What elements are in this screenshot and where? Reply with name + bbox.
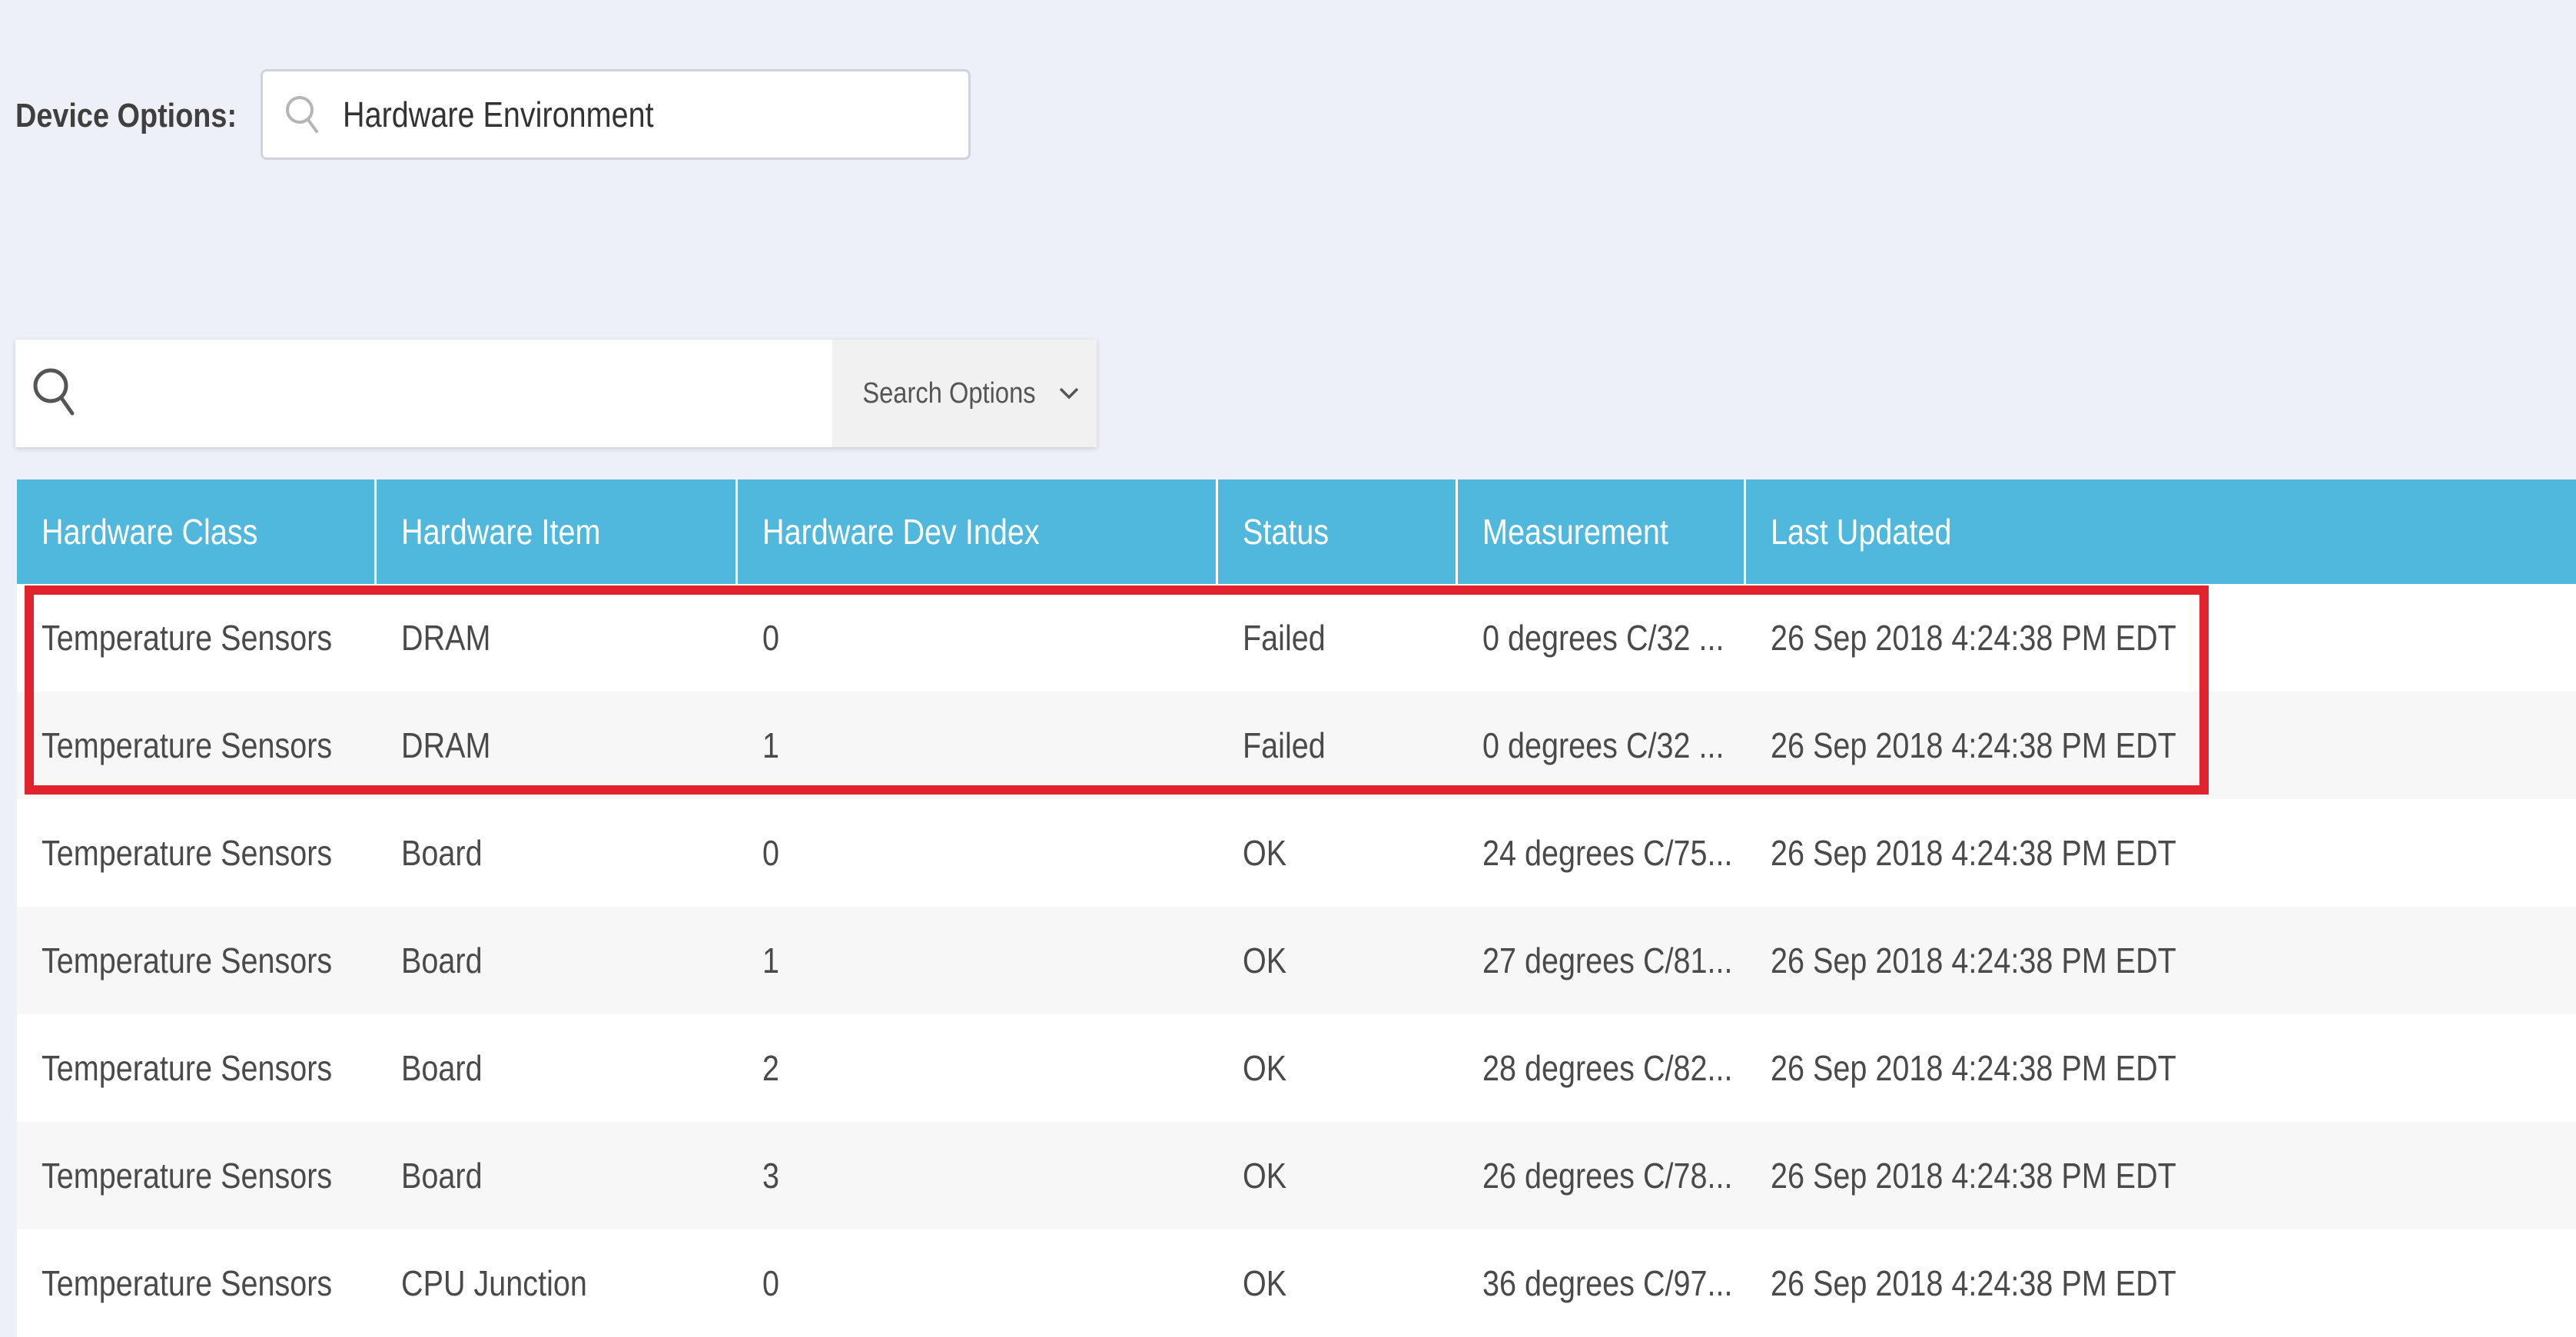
cell-status: OK <box>1243 833 1287 873</box>
column-header-hardware-dev-index[interactable]: Hardware Dev Index <box>738 479 1218 584</box>
table-row[interactable]: Temperature Sensors DRAM 1 Failed 0 degr… <box>17 692 2576 799</box>
cell-last-updated: 26 Sep 2018 4:24:38 PM EDT <box>1771 833 2176 873</box>
table-row[interactable]: Temperature Sensors Board 2 OK 28 degree… <box>17 1014 2576 1122</box>
cell-status: OK <box>1243 1048 1287 1088</box>
column-header-hardware-class[interactable]: Hardware Class <box>17 479 377 584</box>
device-options-value: Hardware Environment <box>343 95 654 134</box>
device-options-label: Device Options: <box>15 97 237 134</box>
cell-status: Failed <box>1243 725 1326 765</box>
table-row[interactable]: Temperature Sensors Board 1 OK 27 degree… <box>17 907 2576 1014</box>
cell-hardware-class: Temperature Sensors <box>41 1048 333 1088</box>
cell-measurement: 28 degrees C/82... <box>1482 1048 1733 1088</box>
column-header-measurement[interactable]: Measurement <box>1458 479 1746 584</box>
cell-dev-index: 0 <box>762 618 780 658</box>
cell-hardware-class: Temperature Sensors <box>41 618 333 658</box>
cell-status: OK <box>1243 1156 1287 1196</box>
cell-measurement: 27 degrees C/81... <box>1482 941 1733 980</box>
cell-hardware-class: Temperature Sensors <box>41 725 333 765</box>
cell-hardware-item: DRAM <box>401 618 491 658</box>
cell-last-updated: 26 Sep 2018 4:24:38 PM EDT <box>1771 941 2176 980</box>
cell-last-updated: 26 Sep 2018 4:24:38 PM EDT <box>1771 1156 2176 1196</box>
hardware-table: Hardware Class Hardware Item Hardware De… <box>17 479 2576 1337</box>
search-options-button[interactable]: Search Options <box>832 340 1097 447</box>
device-options-select[interactable]: Hardware Environment <box>261 69 971 160</box>
table-row[interactable]: Temperature Sensors Board 0 OK 24 degree… <box>17 799 2576 907</box>
cell-last-updated: 26 Sep 2018 4:24:38 PM EDT <box>1771 725 2176 765</box>
cell-measurement: 36 degrees C/97... <box>1482 1263 1733 1303</box>
cell-status: OK <box>1243 941 1287 980</box>
search-icon <box>286 96 318 133</box>
cell-dev-index: 1 <box>762 941 780 980</box>
cell-last-updated: 26 Sep 2018 4:24:38 PM EDT <box>1771 1048 2176 1088</box>
cell-measurement: 0 degrees C/32 ... <box>1482 618 1725 658</box>
cell-hardware-item: DRAM <box>401 725 491 765</box>
cell-hardware-class: Temperature Sensors <box>41 833 333 873</box>
table-header: Hardware Class Hardware Item Hardware De… <box>17 479 2576 584</box>
search-icon-wrap <box>15 340 92 447</box>
table-row[interactable]: Temperature Sensors DRAM 0 Failed 0 degr… <box>17 584 2576 692</box>
column-header-last-updated[interactable]: Last Updated <box>1746 479 2576 584</box>
cell-hardware-item: Board <box>401 941 483 980</box>
table-row[interactable]: Temperature Sensors Board 3 OK 26 degree… <box>17 1122 2576 1229</box>
cell-last-updated: 26 Sep 2018 4:24:38 PM EDT <box>1771 618 2176 658</box>
cell-hardware-item: Board <box>401 1048 483 1088</box>
cell-status: OK <box>1243 1263 1287 1303</box>
column-header-status[interactable]: Status <box>1218 479 1458 584</box>
search-input[interactable] <box>92 340 832 447</box>
cell-hardware-item: CPU Junction <box>401 1263 587 1303</box>
search-icon <box>33 368 75 416</box>
cell-hardware-item: Board <box>401 1156 483 1196</box>
cell-hardware-class: Temperature Sensors <box>41 941 333 980</box>
cell-dev-index: 2 <box>762 1048 780 1088</box>
cell-hardware-item: Board <box>401 833 483 873</box>
cell-measurement: 26 degrees C/78... <box>1482 1156 1733 1196</box>
cell-last-updated: 26 Sep 2018 4:24:38 PM EDT <box>1771 1263 2176 1303</box>
cell-hardware-class: Temperature Sensors <box>41 1156 333 1196</box>
search-options-label: Search Options <box>862 377 1036 410</box>
search-bar: Search Options <box>15 340 1097 447</box>
cell-dev-index: 1 <box>762 725 780 765</box>
cell-dev-index: 0 <box>762 1263 780 1303</box>
cell-measurement: 0 degrees C/32 ... <box>1482 725 1725 765</box>
cell-dev-index: 0 <box>762 833 780 873</box>
chevron-down-icon <box>1059 387 1079 400</box>
device-options: Device Options: Hardware Environment <box>15 69 971 163</box>
column-header-hardware-item[interactable]: Hardware Item <box>377 479 738 584</box>
cell-hardware-class: Temperature Sensors <box>41 1263 333 1303</box>
cell-measurement: 24 degrees C/75... <box>1482 833 1733 873</box>
table-row[interactable]: Temperature Sensors CPU Junction 0 OK 36… <box>17 1229 2576 1337</box>
cell-status: Failed <box>1243 618 1326 658</box>
cell-dev-index: 3 <box>762 1156 780 1196</box>
